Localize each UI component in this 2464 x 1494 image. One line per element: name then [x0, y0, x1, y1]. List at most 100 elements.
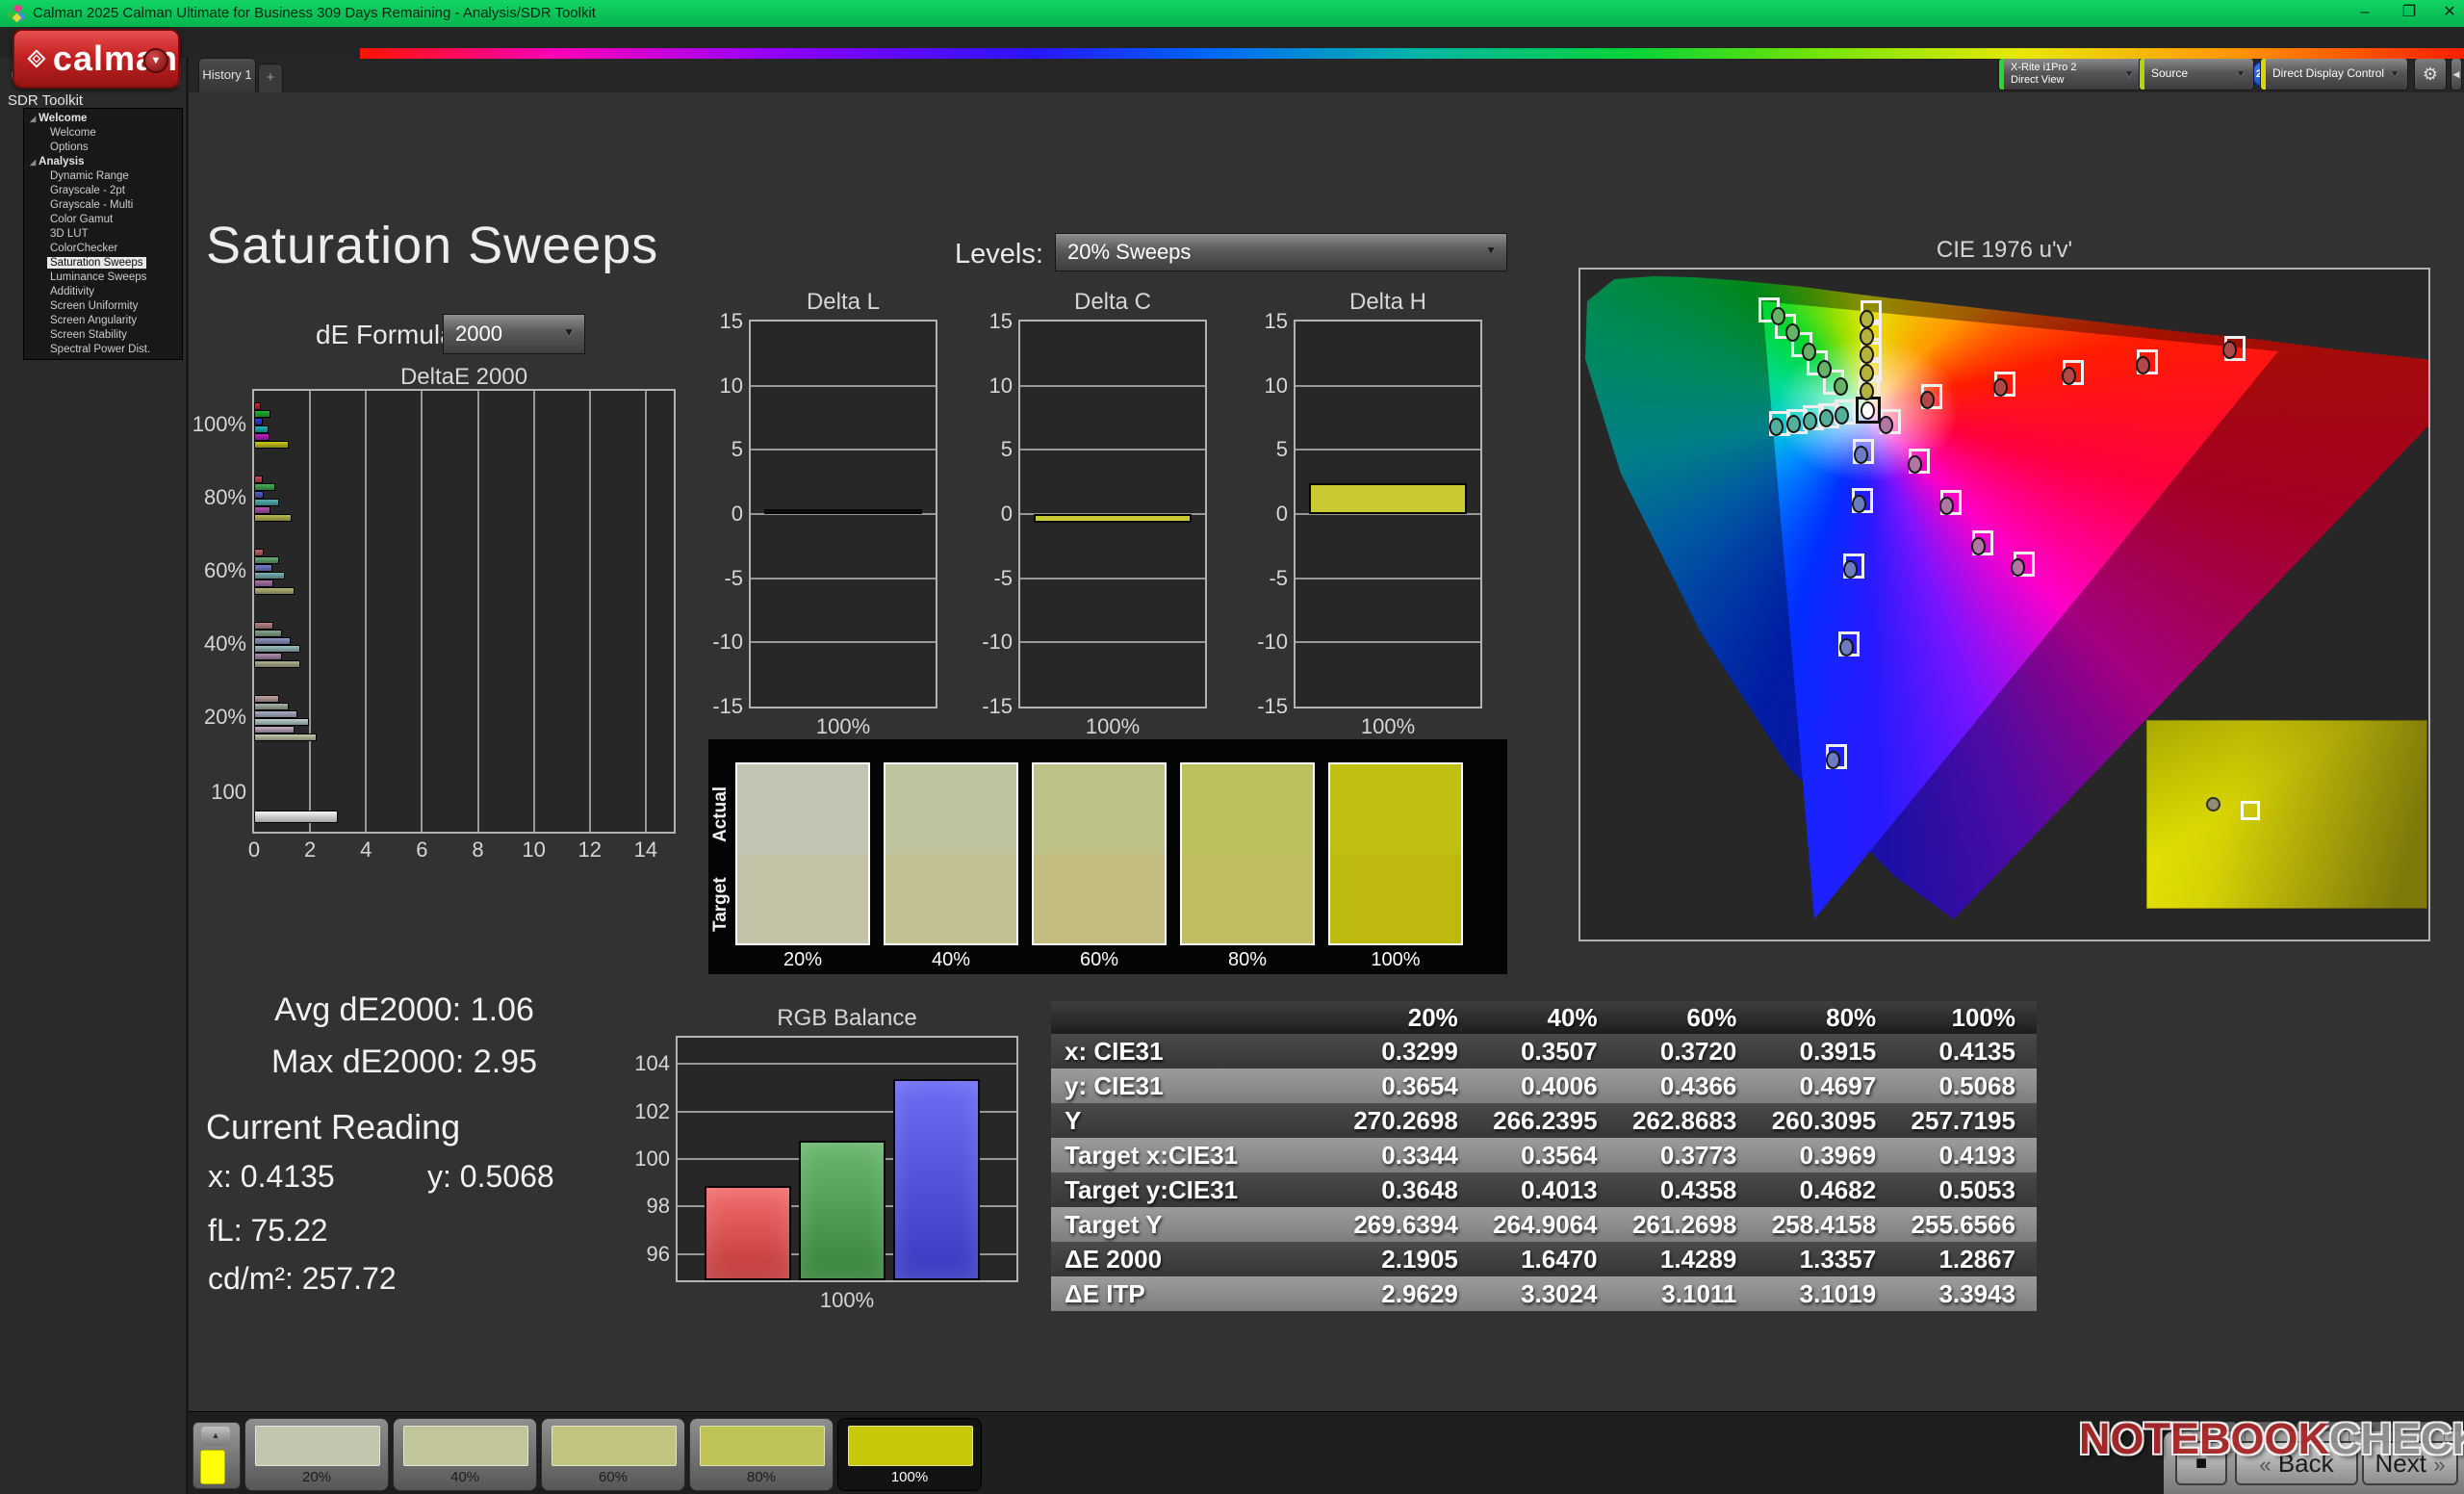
- expand-up-button[interactable]: ▲: [201, 1427, 230, 1446]
- patch-thumb-label: 80%: [690, 1469, 833, 1485]
- tree-item-colorchecker[interactable]: ColorChecker: [28, 242, 182, 256]
- close-button[interactable]: ✕: [2433, 0, 2464, 27]
- y-tick-label: 0: [1228, 502, 1296, 527]
- deltae2000-chart: 02468101214100%80%60%40%20%100: [252, 389, 676, 834]
- table-cell: 266.2395: [1479, 1103, 1619, 1138]
- column-header: 100%: [1897, 1001, 2037, 1034]
- table-cell: 269.6394: [1340, 1207, 1479, 1242]
- table-cell: 1.2867: [1897, 1242, 2037, 1276]
- tree-group-analysis[interactable]: ◢Analysis: [28, 155, 182, 169]
- table-cell: 1.3357: [1758, 1242, 1897, 1276]
- column-header: 20%: [1340, 1001, 1479, 1034]
- meter-line1: X-Rite i1Pro 2: [2011, 62, 2142, 73]
- de-bar: [254, 441, 289, 449]
- tree-item-grayscale-multi[interactable]: Grayscale - Multi: [28, 198, 182, 213]
- notebookcheck-text: NOTEBOOKCHECK: [2079, 1414, 2464, 1464]
- de-bar: [254, 410, 270, 418]
- tree-item-options[interactable]: Options: [28, 141, 182, 155]
- table-cell: 0.4135: [1897, 1034, 2037, 1069]
- cie-chart-title: CIE 1976 u'v': [1578, 237, 2430, 264]
- table-cell: 0.3773: [1619, 1138, 1758, 1172]
- source-dropdown[interactable]: Source ▼: [2139, 58, 2254, 90]
- workflow-tree: ◢WelcomeWelcomeOptions◢AnalysisDynamic R…: [23, 108, 183, 360]
- gear-icon[interactable]: ⚙: [2414, 58, 2447, 90]
- source-accent: [2140, 59, 2144, 90]
- actual-target-swatch-panel: ActualTarget20%40%60%80%100%: [708, 739, 1507, 974]
- table-cell: 0.4682: [1758, 1172, 1897, 1207]
- tree-item-screen-uniformity[interactable]: Screen Uniformity: [28, 299, 182, 314]
- cie-measured-red: [2136, 356, 2150, 374]
- patch-thumb-label: 20%: [245, 1469, 388, 1485]
- patch-thumb-100%[interactable]: 100%: [837, 1418, 982, 1491]
- table-row: Target Y269.6394264.9064261.2698258.4158…: [1051, 1207, 2037, 1242]
- table-cell: 3.3943: [1897, 1276, 2037, 1311]
- gridline: [1020, 385, 1205, 387]
- table-row: Target x:CIE310.33440.35640.37730.39690.…: [1051, 1138, 2037, 1172]
- gridline: [533, 391, 535, 832]
- calman-logo-button[interactable]: calman ▼: [13, 29, 180, 89]
- tree-group-welcome[interactable]: ◢Welcome: [28, 112, 182, 126]
- maximize-button[interactable]: ❐: [2393, 0, 2426, 27]
- display-control-accent: [2261, 59, 2266, 90]
- tree-item-welcome[interactable]: Welcome: [28, 126, 182, 141]
- patch-thumb-swatch: [848, 1426, 973, 1466]
- main-panel: Saturation Sweeps Levels: 20% Sweeps ▼ d…: [189, 92, 2464, 1413]
- swatch-actual: [1330, 764, 1461, 854]
- page-title: Saturation Sweeps: [206, 216, 658, 275]
- table-corner: [1051, 1001, 1340, 1034]
- tree-item-3d-lut[interactable]: 3D LUT: [28, 227, 182, 242]
- patch-thumb-20%[interactable]: 20%: [244, 1418, 389, 1491]
- levels-label: Levels:: [955, 239, 1043, 270]
- gridline: [678, 1063, 1016, 1065]
- cie-y-tick: 0.1: [1578, 812, 1580, 837]
- swatch-100%: [1328, 762, 1463, 945]
- swatch-label: 80%: [1180, 949, 1315, 971]
- tree-item-screen-stability[interactable]: Screen Stability: [28, 328, 182, 343]
- de-bar: [254, 483, 275, 491]
- table-cell: 0.4358: [1619, 1172, 1758, 1207]
- tree-item-spectral-power-dist-[interactable]: Spectral Power Dist.: [28, 343, 182, 357]
- collapse-panel-icon[interactable]: ◀: [2451, 58, 2462, 90]
- tree-item-luminance-sweeps[interactable]: Luminance Sweeps: [28, 270, 182, 285]
- x-axis-label: 100%: [751, 714, 936, 739]
- cie-y-tick: 0.4: [1578, 475, 1580, 500]
- tree-item-grayscale-2pt[interactable]: Grayscale - 2pt: [28, 184, 182, 198]
- tab-history[interactable]: History 1: [198, 58, 256, 92]
- table-cell: 260.3095: [1758, 1103, 1897, 1138]
- gridline: [1296, 449, 1480, 451]
- footer-bar: ▲ 20%40%60%80%100% ■ « Back Next » NOTEB…: [189, 1411, 2464, 1494]
- rgb-bar-red: [705, 1186, 791, 1280]
- minimize-button[interactable]: –: [2348, 0, 2381, 27]
- gridline: [589, 391, 591, 832]
- meter-dropdown[interactable]: X-Rite i1Pro 2 Direct View ▼: [1998, 58, 2143, 90]
- cie-measured-cyan: [1819, 409, 1834, 427]
- table-cell: 257.7195: [1897, 1103, 2037, 1138]
- sidebar-title: SDR Toolkit: [8, 92, 83, 109]
- patch-thumb-label: 100%: [838, 1469, 981, 1485]
- patch-thumb-80%[interactable]: 80%: [689, 1418, 834, 1491]
- patch-thumb-60%[interactable]: 60%: [541, 1418, 685, 1491]
- table-cell: 0.3969: [1758, 1138, 1897, 1172]
- tree-item-dynamic-range[interactable]: Dynamic Range: [28, 169, 182, 184]
- x-tick-label: 8: [472, 837, 483, 863]
- x-tick-label: 6: [416, 837, 427, 863]
- tree-item-saturation-sweeps[interactable]: Saturation Sweeps: [28, 256, 182, 270]
- gridline: [751, 449, 936, 451]
- de-formula-dropdown[interactable]: 2000 ▼: [443, 314, 585, 354]
- cie-measured-green: [1771, 307, 1785, 325]
- levels-dropdown[interactable]: 20% Sweeps ▼: [1055, 233, 1507, 271]
- cie-measured-yellow: [1860, 346, 1874, 364]
- tree-item-additivity[interactable]: Additivity: [28, 285, 182, 299]
- cie-y-tick: 0.2: [1578, 700, 1580, 725]
- delta-l-chart: 151050-5-10-15100%: [749, 320, 937, 708]
- display-control-dropdown[interactable]: Direct Display Control ▼: [2260, 58, 2408, 90]
- swatch-actual: [1034, 764, 1165, 854]
- delta-h-chart: 151050-5-10-15100%: [1294, 320, 1482, 708]
- tree-item-color-gamut[interactable]: Color Gamut: [28, 213, 182, 227]
- tree-item-screen-angularity[interactable]: Screen Angularity: [28, 314, 182, 328]
- logo-dropdown-caret[interactable]: ▼: [143, 48, 168, 73]
- calman-app-icon: [8, 5, 25, 22]
- y-tick-label: -15: [953, 694, 1020, 719]
- patch-thumb-40%[interactable]: 40%: [393, 1418, 537, 1491]
- add-tab-button[interactable]: +: [258, 64, 283, 92]
